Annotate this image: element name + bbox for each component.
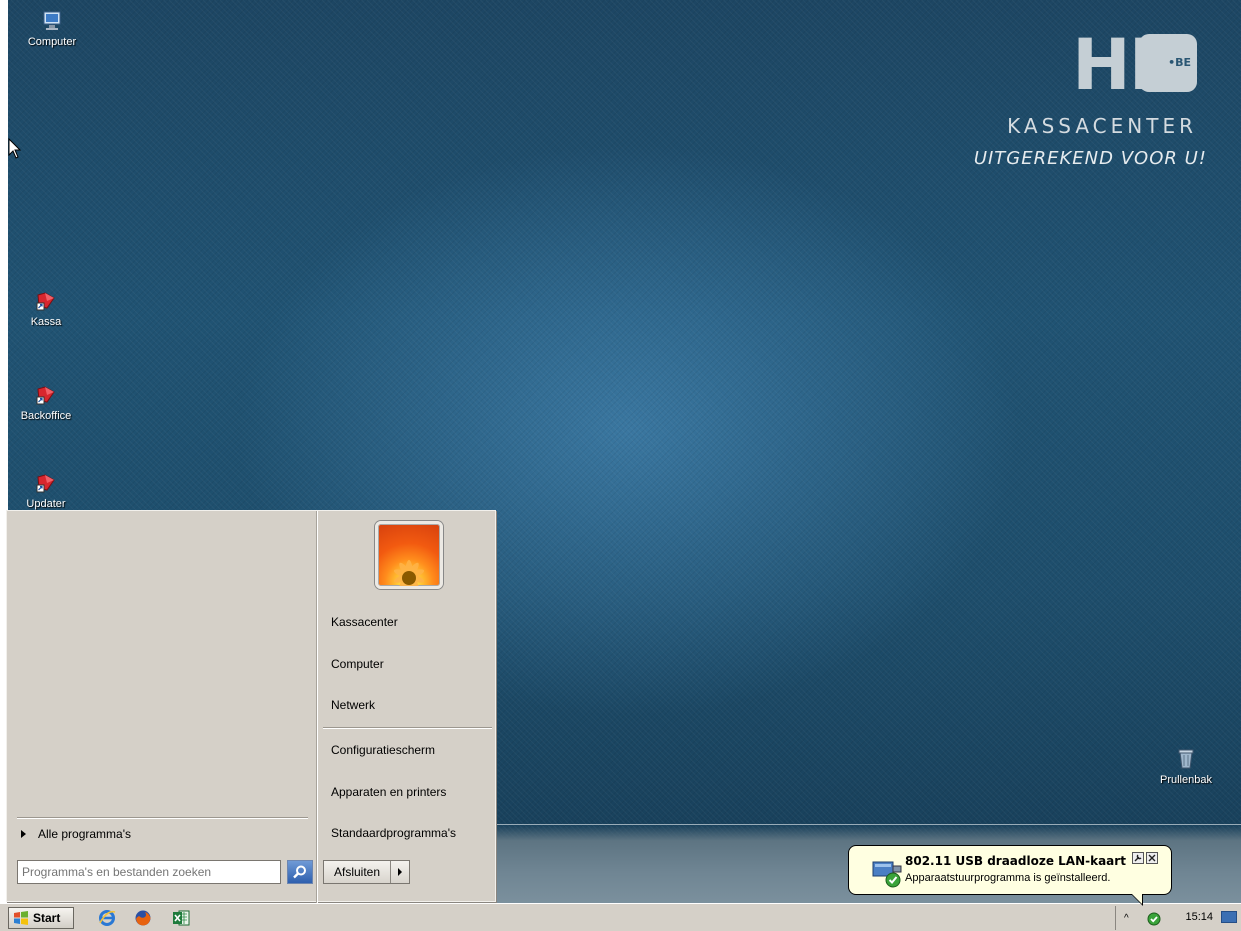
link-apparaten-en-printers[interactable]: Apparaten en printers xyxy=(331,785,446,799)
desktop-icon-kassa[interactable]: Kassa xyxy=(8,290,86,328)
logo-slogan: UITGEREKEND VOOR U! xyxy=(973,148,1207,169)
start-search xyxy=(17,860,313,884)
clock[interactable]: 15:14 xyxy=(1185,911,1213,923)
logo-name: KASSACENTER xyxy=(1007,114,1197,138)
system-tray: ^ 15:14 xyxy=(1115,906,1241,930)
firefox-icon[interactable] xyxy=(134,909,152,927)
link-configuratiescherm[interactable]: Configuratiescherm xyxy=(331,743,435,757)
mouse-cursor-icon xyxy=(8,138,22,159)
notification-text: Apparaatstuurprogramma is geïnstalleerd. xyxy=(905,872,1111,884)
desktop-icon-label: Kassa xyxy=(30,316,62,328)
desktop-icon-label: Prullenbak xyxy=(1160,774,1212,786)
kassa-shortcut-icon xyxy=(36,292,55,311)
link-standaardprogrammas[interactable]: Standaardprogramma's xyxy=(331,826,456,840)
start-button[interactable]: Start xyxy=(8,907,74,929)
show-hidden-icons-button[interactable]: ^ xyxy=(1124,913,1129,924)
recycle-bin-icon xyxy=(1178,749,1194,769)
taskbar: Start ^ 15:14 xyxy=(0,903,1241,931)
link-netwerk[interactable]: Netwerk xyxy=(331,698,375,712)
backoffice-shortcut-icon xyxy=(36,386,55,405)
divider xyxy=(323,727,492,729)
link-computer[interactable]: Computer xyxy=(331,657,384,671)
divider xyxy=(17,817,308,819)
start-label: Start xyxy=(33,911,61,925)
desktop-icon-backoffice[interactable]: Backoffice xyxy=(8,384,86,422)
search-button[interactable] xyxy=(287,860,313,884)
triangle-right-icon xyxy=(398,868,403,876)
desktop-icon-updater[interactable]: Updater xyxy=(8,472,86,510)
close-icon xyxy=(1148,854,1156,862)
network-adapter-installed-icon xyxy=(872,861,902,888)
all-programs-label: Alle programma's xyxy=(38,827,131,841)
desktop-icon-recycle-bin[interactable]: Prullenbak xyxy=(1146,748,1226,786)
logo-badge: •BE xyxy=(1139,34,1197,92)
device-installed-tray-icon[interactable] xyxy=(1146,910,1162,926)
flower-picture-icon xyxy=(393,560,425,586)
notification-balloon[interactable]: 802.11 USB draadloze LAN-kaart Apparaats… xyxy=(848,845,1172,906)
desktop-icon-label: Backoffice xyxy=(20,410,72,422)
shutdown-control: Afsluiten xyxy=(323,860,411,884)
excel-icon[interactable] xyxy=(172,909,190,927)
link-kassacenter[interactable]: Kassacenter xyxy=(331,615,398,629)
all-programs-button[interactable]: Alle programma's xyxy=(21,827,131,841)
desktop-icon-label: Computer xyxy=(27,36,77,48)
notification-close-button[interactable] xyxy=(1146,852,1158,864)
desktop-icon-label: Updater xyxy=(26,498,66,510)
notification-options-button[interactable] xyxy=(1132,852,1144,864)
kassacenter-logo: •BE HK KASSACENTER UITGEREKEND VOOR U! xyxy=(931,30,1211,190)
show-desktop-button[interactable] xyxy=(1221,911,1237,923)
search-input[interactable] xyxy=(17,860,281,884)
computer-icon xyxy=(43,11,61,30)
wrench-icon xyxy=(1134,854,1142,862)
updater-shortcut-icon xyxy=(36,474,55,493)
shutdown-button[interactable]: Afsluiten xyxy=(324,861,392,883)
search-icon xyxy=(293,865,306,879)
notification-title: 802.11 USB draadloze LAN-kaart xyxy=(905,854,1126,868)
start-menu-programs-pane: Alle programma's xyxy=(7,511,316,903)
user-avatar[interactable] xyxy=(375,521,443,589)
desktop-icon-computer[interactable]: Computer xyxy=(12,10,92,48)
triangle-right-icon xyxy=(21,830,26,838)
shutdown-options-button[interactable] xyxy=(391,861,409,883)
windows-logo-icon xyxy=(14,911,28,925)
start-menu-places-pane: Kassacenter Computer Netwerk Configurati… xyxy=(316,511,496,903)
start-menu: Alle programma's Programma's en bestande… xyxy=(6,510,496,903)
ie-icon[interactable] xyxy=(98,909,116,927)
